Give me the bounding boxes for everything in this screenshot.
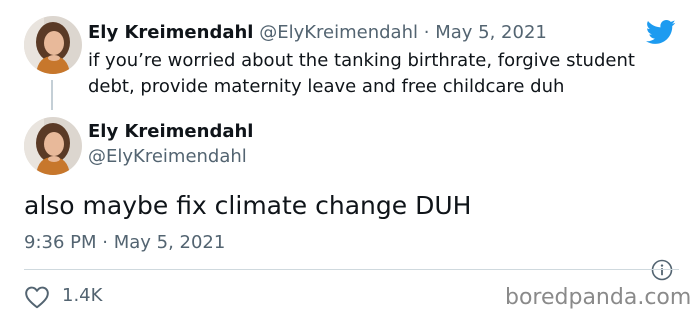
reply-tweet-header: Ely Kreimendahl @ElyKreimendahl · May 5,… xyxy=(88,21,547,45)
like-count[interactable]: 1.4K xyxy=(62,284,102,308)
handle[interactable]: @ElyKreimendahl xyxy=(88,145,247,169)
divider xyxy=(24,269,679,270)
reply-tweet-text: if you’re worried about the tanking birt… xyxy=(88,50,635,97)
tweet-timestamp[interactable]: 9:36 PM · May 5, 2021 xyxy=(24,231,225,255)
watermark: boredpanda.com xyxy=(505,285,692,310)
handle[interactable]: @ElyKreimendahl xyxy=(259,22,418,43)
avatar[interactable] xyxy=(24,16,82,74)
thread-connector xyxy=(51,80,53,110)
twitter-bird-icon[interactable] xyxy=(644,17,678,47)
main-tweet-text: also maybe fix climate change DUH xyxy=(24,191,472,220)
separator: · xyxy=(423,22,430,43)
tweet-date[interactable]: May 5, 2021 xyxy=(435,22,547,43)
display-name[interactable]: Ely Kreimendahl xyxy=(88,22,253,43)
heart-icon[interactable] xyxy=(24,285,50,309)
avatar[interactable] xyxy=(24,117,82,175)
display-name[interactable]: Ely Kreimendahl xyxy=(88,120,253,144)
info-icon[interactable] xyxy=(651,259,673,281)
